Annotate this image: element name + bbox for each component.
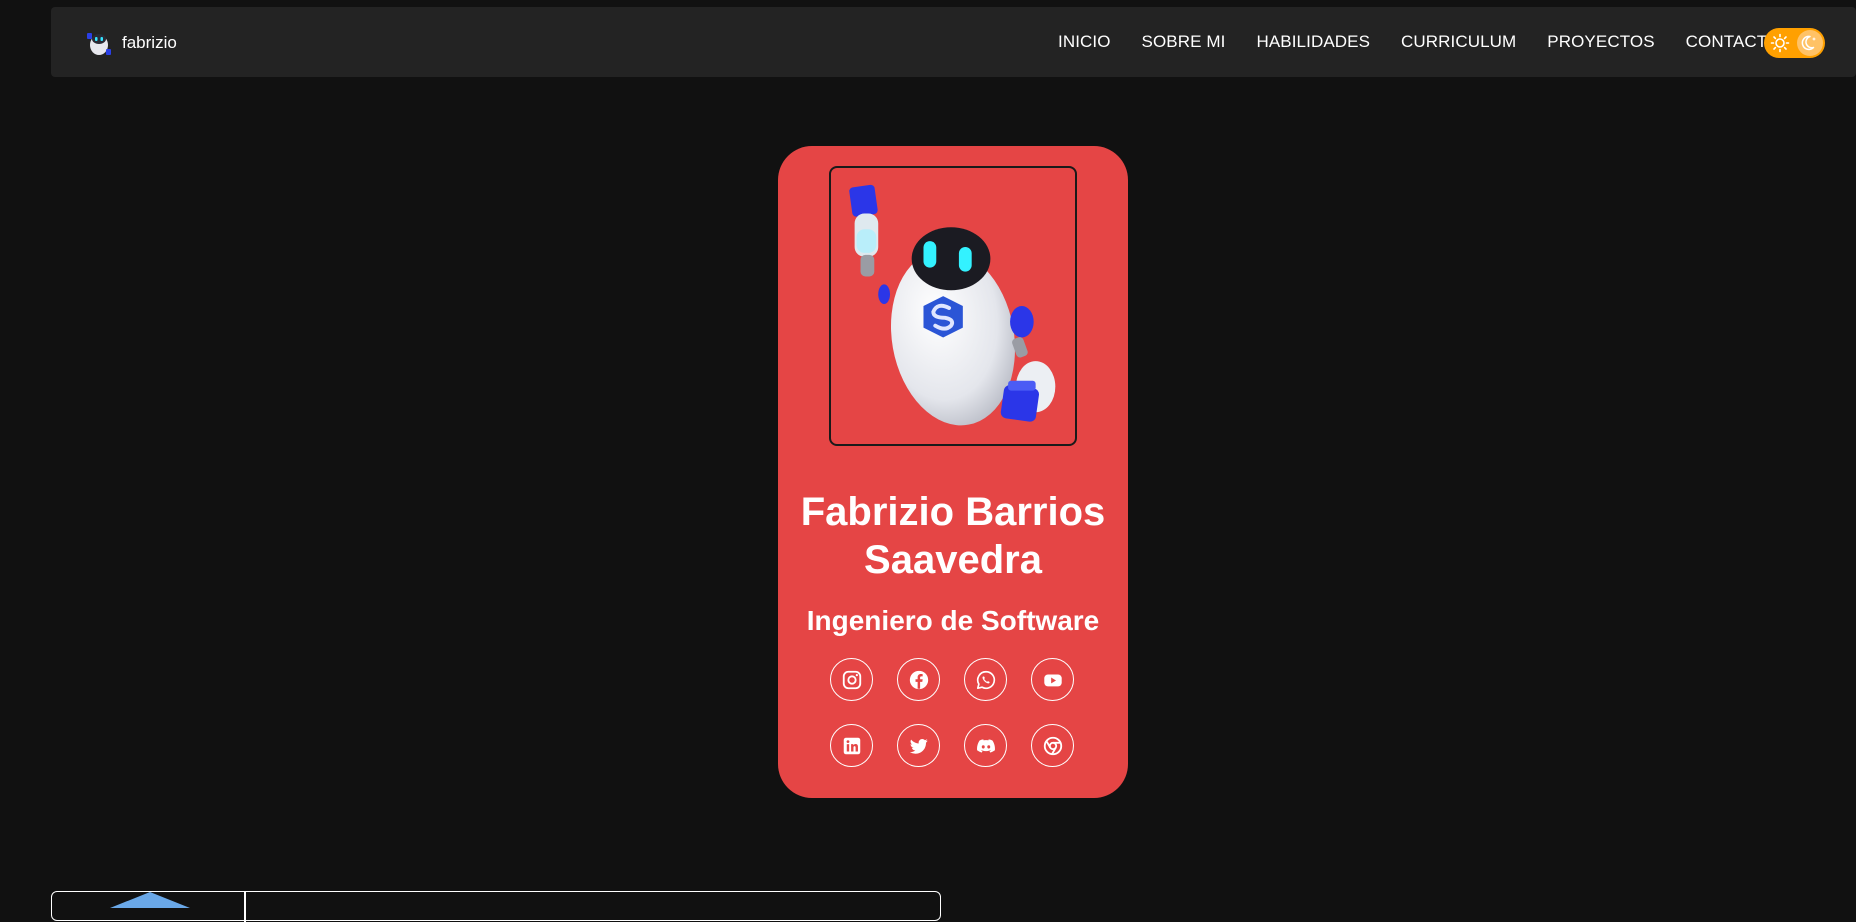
- instagram-button[interactable]: [830, 658, 873, 701]
- whatsapp-button[interactable]: [964, 658, 1007, 701]
- nav-link-curriculum[interactable]: CURRICULUM: [1401, 32, 1516, 52]
- brand-link[interactable]: fabrizio: [84, 29, 177, 57]
- avatar: [829, 166, 1077, 446]
- whatsapp-icon: [976, 670, 995, 689]
- twitter-button[interactable]: [897, 724, 940, 767]
- robot-avatar-illustration: [849, 184, 1056, 426]
- discord-button[interactable]: [964, 724, 1007, 767]
- nav-link-sobre-mi[interactable]: SOBRE MI: [1142, 32, 1226, 52]
- panel-divider: [244, 892, 246, 922]
- instagram-icon: [842, 670, 861, 689]
- linkedin-button[interactable]: [830, 724, 873, 767]
- youtube-button[interactable]: [1031, 658, 1074, 701]
- linkedin-icon: [843, 737, 860, 754]
- theme-toggle[interactable]: [1764, 28, 1825, 58]
- navbar: fabrizio INICIO SOBRE MI HABILIDADES CUR…: [51, 7, 1856, 77]
- brand-name: fabrizio: [122, 33, 177, 52]
- chrome-button[interactable]: [1031, 724, 1074, 767]
- robot-logo-icon: [87, 33, 111, 55]
- facebook-icon: [909, 670, 928, 689]
- nav-links: INICIO SOBRE MI HABILIDADES CURRICULUM P…: [1058, 7, 1780, 77]
- facebook-button[interactable]: [897, 658, 940, 701]
- nav-link-proyectos[interactable]: PROYECTOS: [1547, 32, 1654, 52]
- sun-icon: [1770, 33, 1790, 53]
- hexagon-shape: [110, 892, 190, 908]
- nav-link-inicio[interactable]: INICIO: [1058, 32, 1111, 52]
- next-section-panel: [51, 891, 941, 922]
- chrome-icon: [1043, 736, 1062, 755]
- profile-card: Fabrizio Barrios Saavedra Ingeniero de S…: [778, 146, 1128, 798]
- discord-icon: [976, 738, 995, 753]
- toggle-knob: [1797, 30, 1823, 56]
- profile-name: Fabrizio Barrios Saavedra: [800, 490, 1106, 582]
- nav-link-habilidades[interactable]: HABILIDADES: [1256, 32, 1370, 52]
- profile-role: Ingeniero de Software: [806, 605, 1100, 636]
- moon-icon: [1801, 35, 1816, 51]
- twitter-icon: [909, 738, 928, 754]
- youtube-icon: [1043, 674, 1062, 686]
